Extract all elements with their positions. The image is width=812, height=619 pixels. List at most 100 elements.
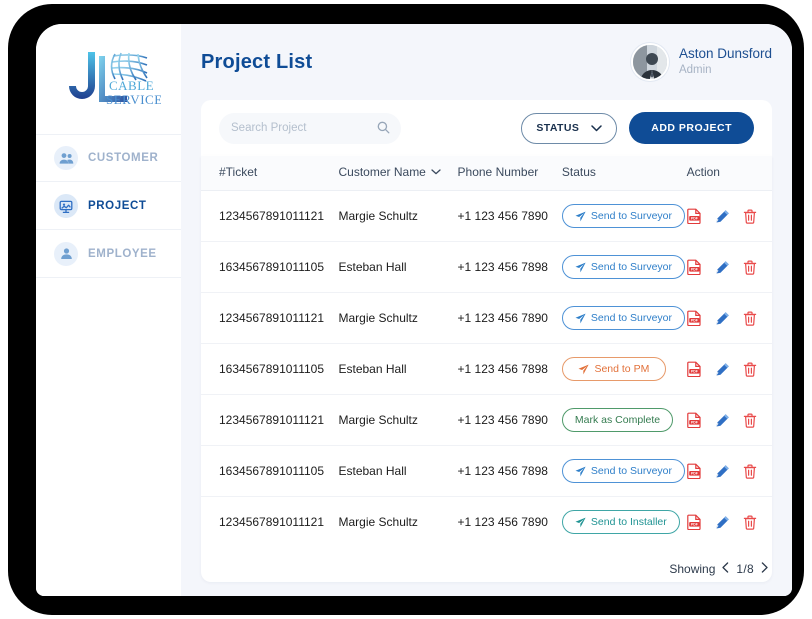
status-filter-dropdown[interactable]: STATUS [521, 112, 618, 144]
delete-row-button[interactable] [743, 209, 757, 224]
table-row: 1234567891011121 Margie Schultz +1 123 456… [201, 394, 772, 446]
status-pill-surveyor[interactable]: Send to Surveyor [561, 204, 686, 228]
delete-row-button[interactable] [743, 413, 757, 428]
status-pill-surveyor[interactable]: Send to Surveyor [561, 459, 686, 483]
row-actions: PDF [686, 259, 772, 276]
pdf-file-icon: PDF [686, 514, 701, 531]
pagination-prev-button[interactable] [722, 561, 729, 576]
table-head: #Ticket Customer Name Phone Number Statu… [201, 156, 772, 191]
cell-customer-name: Margie Schultz [338, 515, 418, 529]
svg-text:PDF: PDF [691, 268, 698, 272]
download-pdf-button[interactable]: PDF [686, 514, 702, 531]
cell-ticket: 1634567891011105 [201, 445, 339, 497]
svg-text:PDF: PDF [691, 217, 698, 221]
sidebar-item-customer[interactable]: CUSTOMER [36, 134, 181, 182]
cell-phone-number: +1 123 456 7890 [457, 515, 548, 529]
pdf-file-icon: PDF [686, 208, 701, 225]
status-pill-label: Send to Surveyor [590, 312, 673, 324]
sidebar: CABLE SERVICES CUSTOMER [36, 24, 181, 596]
delete-trash-icon [743, 464, 756, 479]
status-pill-installer[interactable]: Send to Installer [561, 510, 680, 534]
pdf-file-icon: PDF [686, 463, 701, 480]
download-pdf-button[interactable]: PDF [686, 259, 702, 276]
status-pill-label: Send to PM [594, 363, 650, 375]
delete-row-button[interactable] [743, 464, 757, 479]
paper-plane-icon [575, 262, 586, 272]
cell-ticket: 1234567891011121 [201, 292, 339, 344]
edit-row-button[interactable] [715, 515, 730, 530]
status-pill-surveyor[interactable]: Send to Surveyor [561, 255, 686, 279]
svg-text:CABLE: CABLE [109, 78, 154, 93]
delete-trash-icon [743, 362, 756, 377]
cell-phone-number: +1 123 456 7898 [457, 241, 562, 293]
column-header-phone-number: Phone Number [457, 156, 562, 191]
sidebar-item-employee[interactable]: EMPLOYEE [36, 230, 181, 278]
cell-customer-name: Margie Schultz [338, 190, 458, 242]
pagination-showing-label: Showing [669, 561, 716, 576]
page-title: Project List [201, 50, 313, 73]
svg-text:PDF: PDF [691, 421, 698, 425]
status-pill-label: Send to Surveyor [590, 210, 673, 222]
add-project-button[interactable]: ADD PROJECT [629, 112, 754, 144]
cell-ticket: 1234567891011121 [219, 515, 324, 529]
search-project-field[interactable] [219, 112, 401, 144]
download-pdf-button[interactable]: PDF [686, 412, 702, 429]
toolbar-actions: STATUS ADD PROJECT [521, 112, 754, 144]
pdf-file-icon: PDF [686, 259, 701, 276]
edit-pencil-icon [716, 515, 729, 528]
user-name: Aston Dunsford [678, 46, 772, 62]
delete-row-button[interactable] [743, 515, 757, 530]
chevron-right-icon [761, 562, 768, 573]
status-pill-label: Mark as Complete [574, 414, 661, 426]
chevron-down-icon [591, 124, 602, 131]
cell-customer-name: Esteban Hall [338, 445, 458, 497]
delete-trash-icon [743, 515, 756, 530]
row-actions: PDF [686, 310, 772, 327]
edit-row-button[interactable] [715, 209, 730, 224]
user-profile-menu[interactable]: Aston Dunsford Admin [630, 43, 772, 81]
download-pdf-button[interactable]: PDF [686, 208, 702, 225]
row-actions: PDF [686, 514, 772, 531]
project-table: #Ticket Customer Name Phone Number Statu… [201, 156, 772, 547]
search-input[interactable] [231, 122, 371, 134]
search-icon[interactable] [377, 121, 390, 139]
table-body: 1234567891011121 Margie Schultz +1 123 456… [201, 190, 772, 548]
employee-icon [54, 241, 78, 266]
sidebar-item-label: EMPLOYEE [88, 247, 157, 260]
cell-phone-number: +1 123 456 7890 [457, 190, 562, 242]
status-pill-pm[interactable]: Send to PM [561, 357, 666, 381]
sidebar-item-label: PROJECT [88, 199, 147, 212]
delete-row-button[interactable] [743, 362, 757, 377]
status-pill-complete[interactable]: Mark as Complete [561, 408, 674, 432]
chevron-down-icon [431, 169, 441, 175]
svg-text:PDF: PDF [691, 370, 698, 374]
pagination-next-button[interactable] [761, 561, 768, 576]
brand-logo: CABLE SERVICES [36, 24, 181, 134]
cell-phone-number: +1 123 456 7898 [457, 445, 562, 497]
cell-phone-number: +1 123 456 7890 [457, 394, 562, 446]
status-pill-surveyor[interactable]: Send to Surveyor [561, 306, 686, 330]
edit-row-button[interactable] [715, 260, 730, 275]
edit-row-button[interactable] [715, 311, 730, 326]
download-pdf-button[interactable]: PDF [686, 361, 702, 378]
edit-pencil-icon [716, 209, 729, 222]
pagination-page-indicator: 1/8 [736, 561, 754, 576]
edit-row-button[interactable] [715, 413, 730, 428]
column-header-customer-name[interactable]: Customer Name [338, 156, 458, 191]
cell-customer-name: Margie Schultz [338, 292, 458, 344]
edit-row-button[interactable] [715, 464, 730, 479]
download-pdf-button[interactable]: PDF [686, 310, 702, 327]
delete-trash-icon [743, 311, 756, 326]
table-toolbar: STATUS ADD PROJECT [201, 100, 772, 156]
edit-row-button[interactable] [715, 362, 730, 377]
edit-pencil-icon [716, 362, 729, 375]
paper-plane-icon [575, 313, 586, 323]
delete-row-button[interactable] [743, 260, 757, 275]
avatar [630, 43, 669, 81]
delete-row-button[interactable] [743, 311, 757, 326]
status-pill-label: Send to Surveyor [590, 465, 673, 477]
table-row: 1234567891011121 Margie Schultz +1 123 456… [201, 292, 772, 344]
download-pdf-button[interactable]: PDF [686, 463, 702, 480]
sidebar-item-label: CUSTOMER [88, 152, 159, 164]
sidebar-item-project[interactable]: PROJECT [36, 182, 181, 230]
